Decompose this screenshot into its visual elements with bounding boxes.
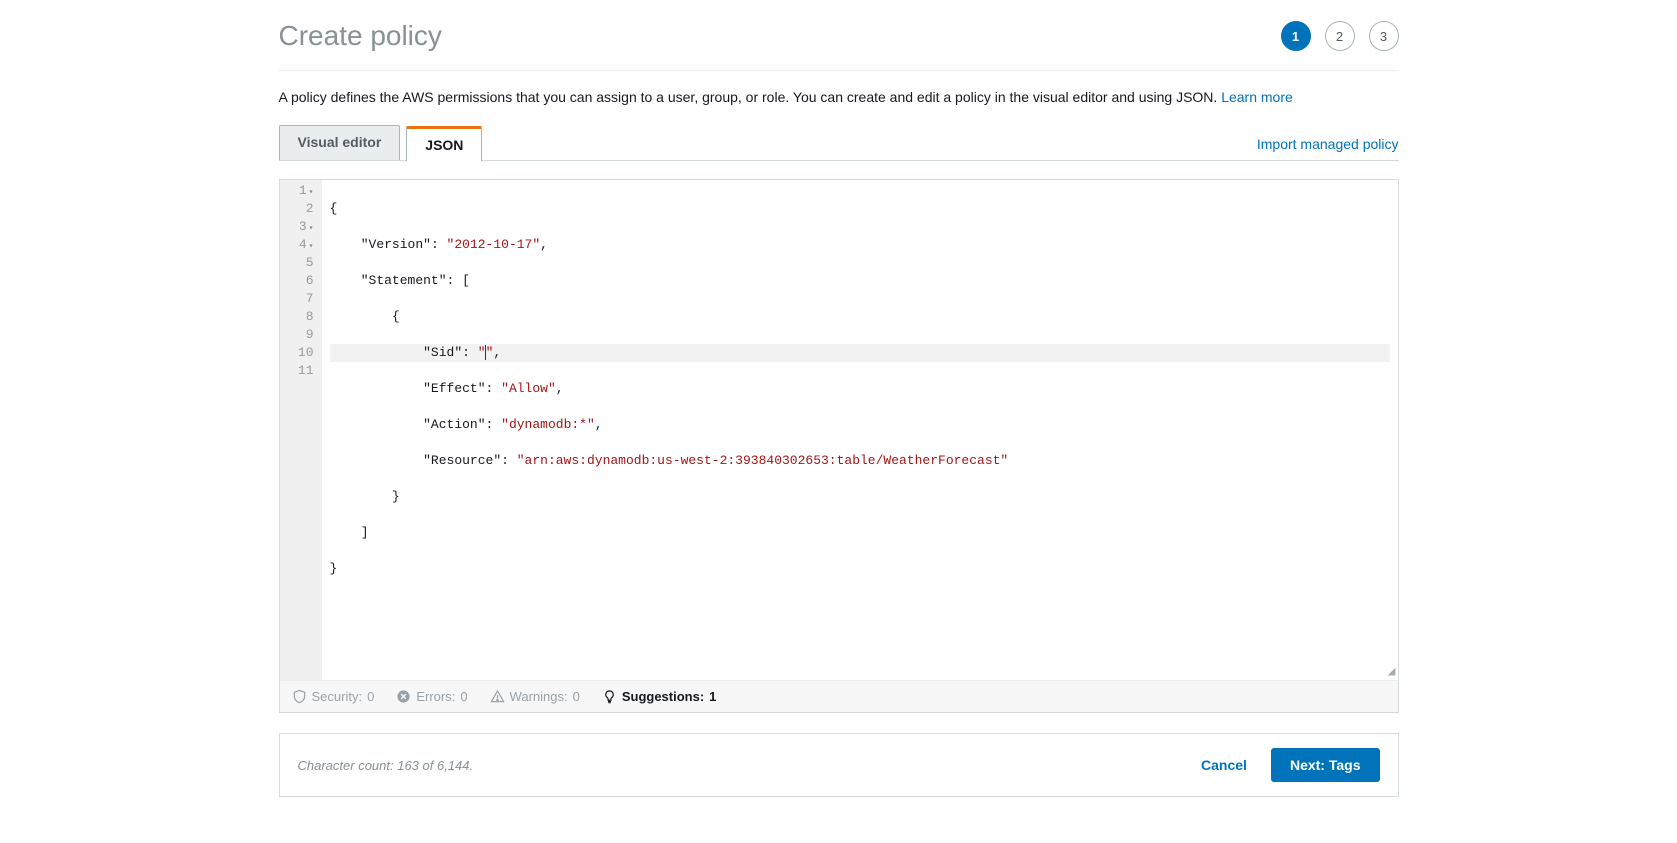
resize-handle-icon[interactable]: ◢ xyxy=(1388,665,1396,678)
status-suggestions[interactable]: Suggestions: 1 xyxy=(602,689,717,704)
line-number: 1 xyxy=(284,182,314,200)
json-editor: 1 2 3 4 5 6 7 8 9 10 11 { "Version": "20… xyxy=(279,179,1399,713)
line-number: 4 xyxy=(284,236,314,254)
editor-status-bar: Security: 0 Errors: 0 Warnings: 0 Sugges… xyxy=(280,680,1398,712)
status-security[interactable]: Security: 0 xyxy=(292,689,375,704)
status-warnings[interactable]: Warnings: 0 xyxy=(490,689,580,704)
description-text: A policy defines the AWS permissions tha… xyxy=(279,89,1222,105)
code-content[interactable]: { "Version": "2012-10-17", "Statement": … xyxy=(322,180,1398,680)
page-description: A policy defines the AWS permissions tha… xyxy=(279,89,1399,105)
warning-icon xyxy=(490,689,505,704)
error-icon xyxy=(396,689,411,704)
editor-tabs: Visual editor JSON xyxy=(279,125,489,160)
shield-icon xyxy=(292,689,307,704)
line-number: 2 xyxy=(284,200,314,218)
line-number: 8 xyxy=(284,308,314,326)
line-number-gutter: 1 2 3 4 5 6 7 8 9 10 11 xyxy=(280,180,322,680)
lightbulb-icon xyxy=(602,689,617,704)
status-errors[interactable]: Errors: 0 xyxy=(396,689,467,704)
character-count: Character count: 163 of 6,144. xyxy=(298,758,474,773)
import-managed-policy-link[interactable]: Import managed policy xyxy=(1257,136,1399,152)
line-number: 7 xyxy=(284,290,314,308)
tab-json[interactable]: JSON xyxy=(406,126,482,161)
line-number: 5 xyxy=(284,254,314,272)
learn-more-link[interactable]: Learn more xyxy=(1221,89,1293,105)
line-number: 6 xyxy=(284,272,314,290)
line-number: 10 xyxy=(284,344,314,362)
footer-panel: Character count: 163 of 6,144. Cancel Ne… xyxy=(279,733,1399,797)
step-2[interactable]: 2 xyxy=(1325,21,1355,51)
step-3[interactable]: 3 xyxy=(1369,21,1399,51)
line-number: 11 xyxy=(284,362,314,380)
line-number: 9 xyxy=(284,326,314,344)
line-number: 3 xyxy=(284,218,314,236)
cancel-button[interactable]: Cancel xyxy=(1189,749,1259,781)
code-editor[interactable]: 1 2 3 4 5 6 7 8 9 10 11 { "Version": "20… xyxy=(280,180,1398,680)
step-1[interactable]: 1 xyxy=(1281,21,1311,51)
wizard-steps: 1 2 3 xyxy=(1281,21,1399,51)
tab-visual-editor[interactable]: Visual editor xyxy=(279,125,401,160)
page-title: Create policy xyxy=(279,20,442,52)
next-tags-button[interactable]: Next: Tags xyxy=(1271,748,1380,782)
